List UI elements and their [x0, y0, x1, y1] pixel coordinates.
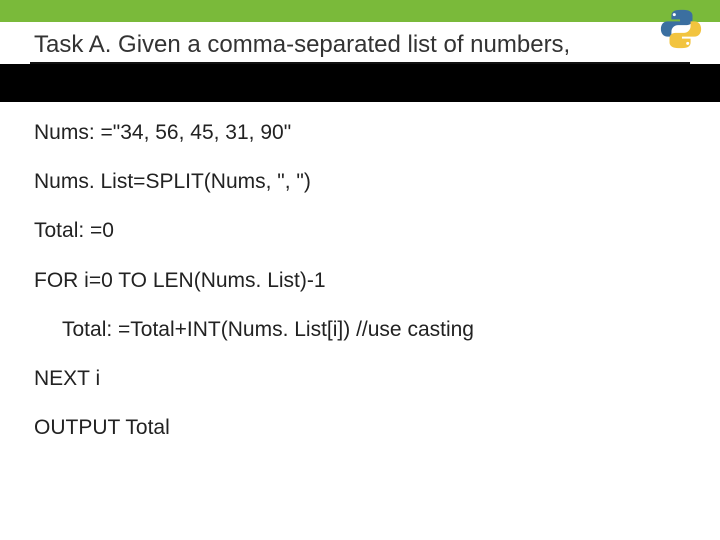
code-line: NEXT i	[34, 366, 680, 391]
code-line: FOR i=0 TO LEN(Nums. List)-1	[34, 268, 680, 293]
slide-title: Task A. Given a comma-separated list of …	[34, 30, 680, 60]
code-line: Total: =Total+INT(Nums. List[i]) //use c…	[34, 317, 680, 342]
code-line: OUTPUT Total	[34, 415, 680, 440]
code-line: Nums. List=SPLIT(Nums, ", ")	[34, 169, 680, 194]
code-line: Nums: ="34, 56, 45, 31, 90"	[34, 120, 680, 145]
code-line: Total: =0	[34, 218, 680, 243]
subtitle-band	[0, 64, 720, 102]
header-bar	[0, 0, 720, 22]
code-block: Nums: ="34, 56, 45, 31, 90" Nums. List=S…	[34, 120, 680, 464]
